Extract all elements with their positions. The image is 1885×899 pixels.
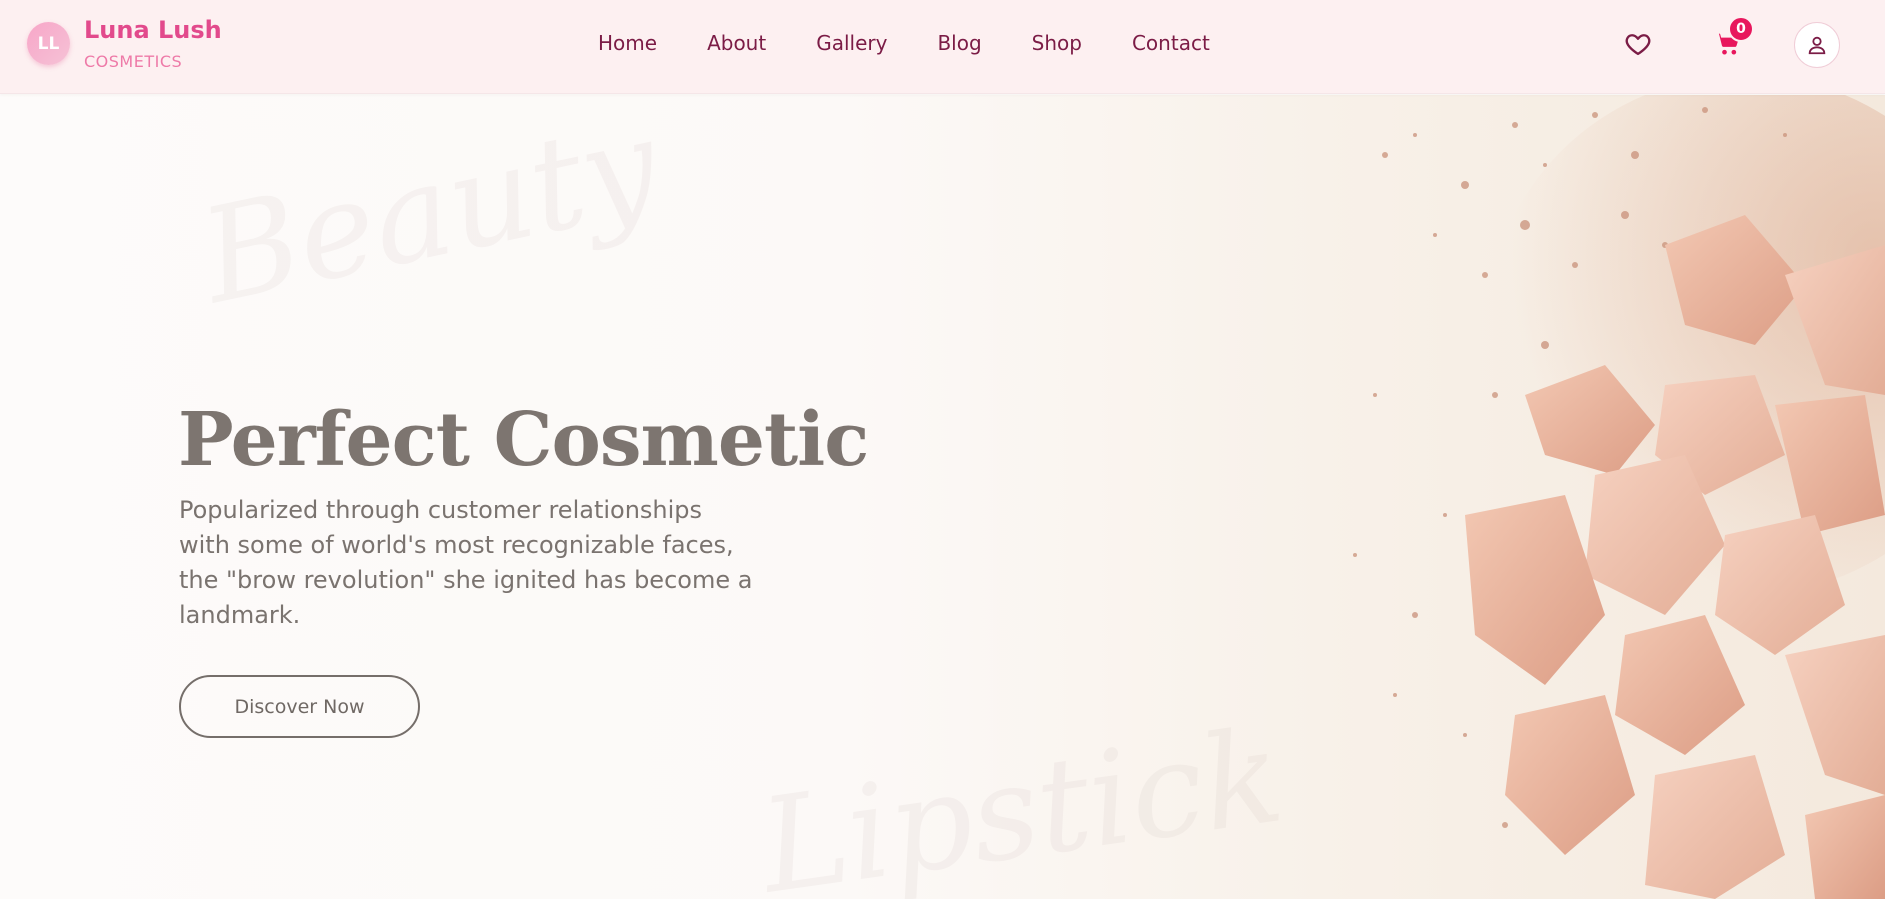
nav-contact[interactable]: Contact [1132, 31, 1210, 55]
nav-home[interactable]: Home [598, 31, 657, 55]
hero-description: Popularized through customer relationshi… [179, 496, 753, 629]
crushed-powder-image [1353, 95, 1885, 899]
nav-about[interactable]: About [707, 31, 766, 55]
hero-section: Beauty Lipstick Perfect Cosmetic Popular… [0, 95, 1885, 899]
cart-count-badge: 0 [1728, 16, 1754, 42]
nav-gallery[interactable]: Gallery [816, 31, 887, 55]
decorative-script: Beauty [189, 95, 671, 334]
wishlist-button[interactable] [1624, 30, 1652, 58]
logo-badge[interactable]: LL [27, 22, 70, 65]
brand-subtitle: COSMETICS [84, 52, 183, 71]
brand-name[interactable]: Luna Lush [84, 16, 222, 44]
account-button[interactable] [1794, 22, 1840, 68]
site-header: LL Luna Lush COSMETICS Home About Galler… [0, 0, 1885, 94]
discover-now-button[interactable]: Discover Now [179, 675, 420, 738]
nav-blog[interactable]: Blog [937, 31, 981, 55]
nav-shop[interactable]: Shop [1032, 31, 1082, 55]
heart-icon [1625, 34, 1651, 56]
main-nav: Home About Gallery Blog Shop Contact [598, 31, 1210, 55]
hero-title: Perfect Cosmetic [178, 397, 869, 483]
user-icon [1808, 36, 1826, 55]
